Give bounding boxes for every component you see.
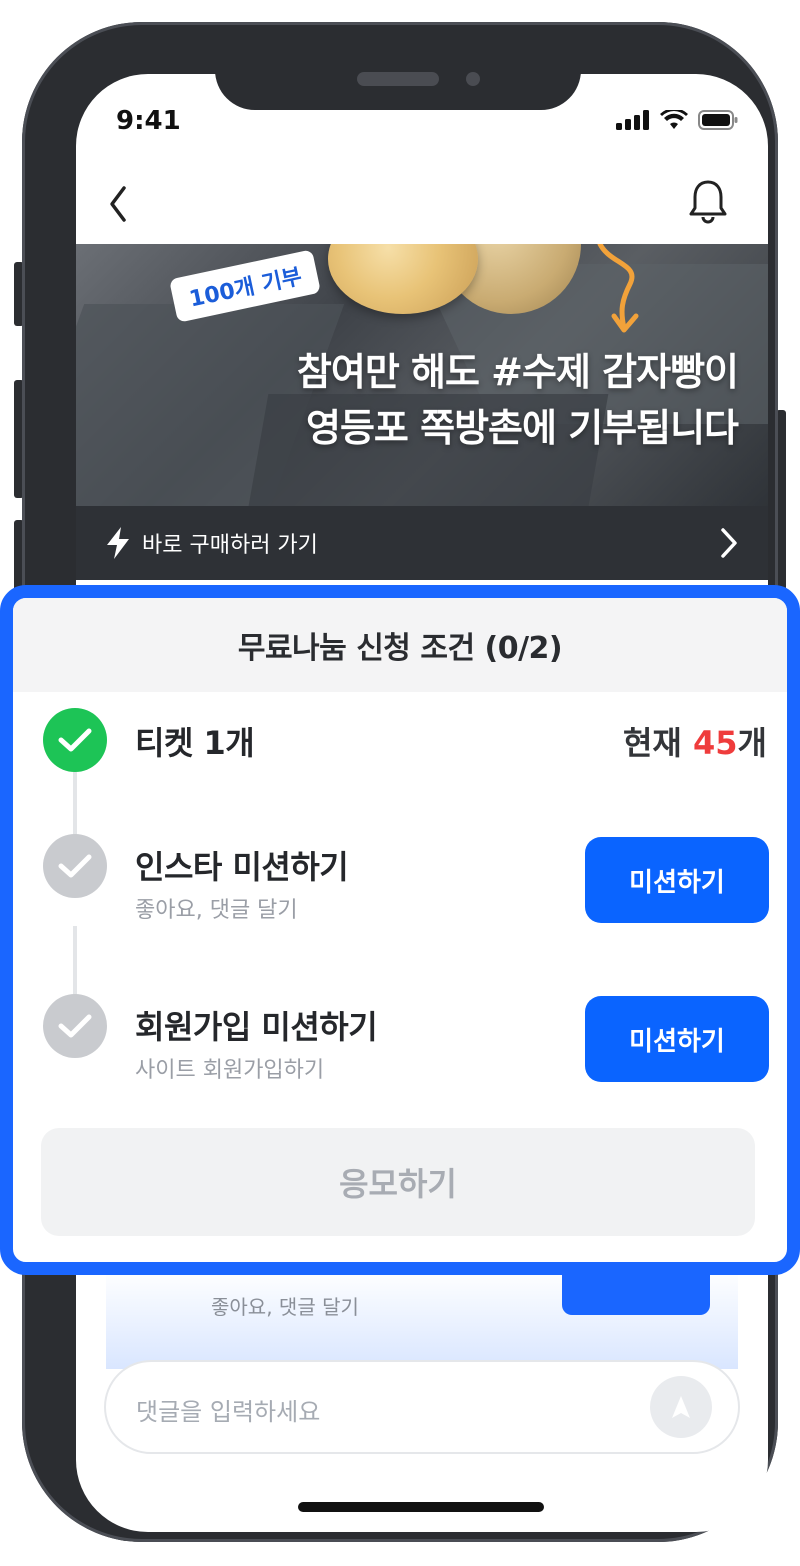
status-time: 9:41 [116, 106, 181, 136]
wifi-icon [660, 110, 688, 129]
condition-row-signup: 회원가입 미션하기 사이트 회원가입하기 미션하기 [13, 994, 787, 1094]
background-subtitle: 좋아요, 댓글 달기 [211, 1295, 359, 1319]
battery-icon [698, 110, 738, 130]
banner-headline: 참여만 해도 #수제 감자빵이 영등포 쪽방촌에 기부됩니다 [296, 344, 739, 456]
apply-button[interactable]: 응모하기 [41, 1128, 755, 1236]
giveaway-conditions-card: 무료나눔 신청 조건 (0/2) 티켓 1개 현재 45개 인스타 미션하기 좋… [0, 585, 800, 1275]
bell-icon[interactable] [686, 176, 730, 224]
condition-title: 티켓 1개 [135, 724, 255, 762]
notch [215, 40, 581, 110]
buy-now-bar[interactable]: 바로 구매하러 가기 [76, 506, 768, 580]
bolt-icon [107, 527, 129, 559]
device-mockup: 9:41 100개 기부 참여만 해도 #수제 감자빵이 영등포 쪽방촌에 기부… [0, 0, 800, 1566]
check-icon [58, 1014, 92, 1038]
ticket-count: 현재 45개 [623, 718, 767, 764]
condition-subtitle: 좋아요, 댓글 달기 [135, 898, 298, 923]
count-value: 45 [693, 724, 738, 762]
home-indicator [298, 1502, 544, 1512]
chevron-left-icon[interactable] [104, 182, 134, 226]
step-connector [73, 926, 77, 996]
speaker [357, 72, 439, 86]
check-pending-icon [43, 834, 107, 898]
status-icons [616, 110, 738, 130]
signal-icon [616, 110, 649, 130]
check-icon [58, 728, 92, 752]
comment-input-bar[interactable]: 댓글을 입력하세요 [104, 1360, 740, 1454]
condition-row-ticket: 티켓 1개 현재 45개 [13, 708, 787, 808]
send-button[interactable] [650, 1376, 712, 1438]
check-done-icon [43, 708, 107, 772]
condition-subtitle: 사이트 회원가입하기 [135, 1058, 325, 1083]
arrow-doodle-icon [597, 244, 639, 333]
count-suffix: 개 [737, 724, 767, 762]
card-title: 무료나눔 신청 조건 (0/2) [13, 598, 787, 692]
promo-banner[interactable]: 100개 기부 참여만 해도 #수제 감자빵이 영등포 쪽방촌에 기부됩니다 [76, 244, 768, 506]
instagram-mission-button[interactable]: 미션하기 [585, 837, 769, 923]
comment-input[interactable]: 댓글을 입력하세요 [136, 1392, 320, 1427]
background-mission-button [562, 1269, 710, 1315]
condition-row-instagram: 인스타 미션하기 좋아요, 댓글 달기 미션하기 [13, 834, 787, 934]
front-camera [466, 72, 480, 86]
signup-mission-button[interactable]: 미션하기 [585, 996, 769, 1082]
chevron-right-icon [721, 528, 737, 558]
headline-line-2: 영등포 쪽방촌에 기부됩니다 [306, 406, 739, 450]
check-pending-icon [43, 994, 107, 1058]
background-mission-row: 좋아요, 댓글 달기 [106, 1269, 738, 1369]
buy-now-label: 바로 구매하러 가기 [142, 533, 318, 558]
condition-title: 회원가입 미션하기 [135, 1008, 378, 1046]
top-nav [76, 174, 768, 244]
condition-title: 인스타 미션하기 [135, 848, 349, 886]
count-prefix: 현재 [622, 724, 694, 762]
check-icon [58, 854, 92, 878]
send-icon [672, 1396, 690, 1418]
headline-line-1: 참여만 해도 #수제 감자빵이 [296, 350, 739, 394]
